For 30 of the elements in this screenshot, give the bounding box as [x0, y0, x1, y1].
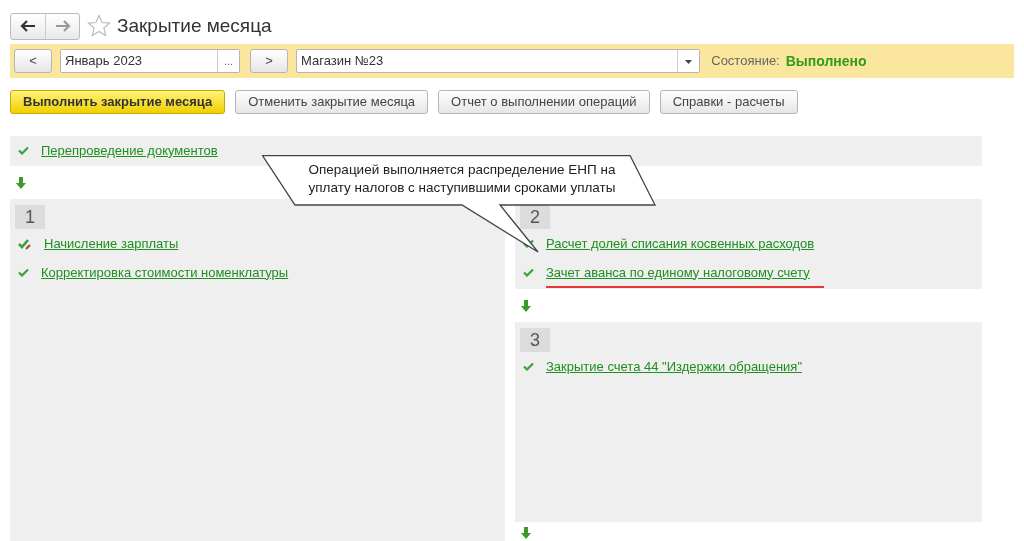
stage-number: 1 — [15, 205, 45, 229]
action-button[interactable]: Справки - расчеты — [659, 90, 798, 114]
down-arrow-icon — [521, 527, 531, 539]
forward-arrow-icon — [54, 20, 71, 32]
state-label: Состояние: — [711, 52, 780, 71]
star-icon[interactable] — [86, 14, 111, 38]
operation-link[interactable]: Начисление зарплаты — [44, 233, 179, 254]
callout-text: Операцией выполняется распределение ЕНП на уплату налогов с наступившими сроками уплаты — [307, 161, 617, 197]
action-button[interactable]: Отчет о выполнении операций — [438, 90, 650, 114]
action-button[interactable]: Выполнить закрытие месяца — [10, 90, 226, 114]
operation-link[interactable]: Перепроведение документов — [41, 140, 218, 161]
dropdown-button[interactable] — [677, 50, 699, 72]
previous-period-button[interactable]: < — [14, 49, 52, 73]
select-period-button[interactable]: ... — [217, 50, 239, 72]
operation-link[interactable]: Зачет аванса по единому налоговому счету — [546, 264, 824, 288]
next-period-button[interactable]: > — [250, 49, 288, 73]
stage-number: 3 — [520, 328, 550, 352]
operation-link[interactable]: Расчет долей списания косвенных расходов — [546, 233, 815, 254]
operation-link[interactable]: Закрытие счета 44 "Издержки обращения" — [546, 356, 802, 377]
dropdown-icon — [685, 59, 692, 64]
period-input[interactable]: Январь 2023 — [61, 50, 217, 72]
action-button[interactable]: Отменить закрытие месяца — [235, 90, 429, 114]
back-arrow-icon — [20, 20, 36, 32]
window-title: Закрытие месяца — [117, 13, 272, 38]
period-field[interactable]: Январь 2023 ... — [60, 49, 240, 73]
stage-number: 2 — [520, 205, 550, 229]
state-value: Выполнено — [785, 51, 867, 71]
down-arrow-icon — [16, 176, 26, 189]
operation-link[interactable]: Корректировка стоимости номенклатуры — [41, 262, 289, 283]
down-arrow-icon — [521, 299, 531, 312]
